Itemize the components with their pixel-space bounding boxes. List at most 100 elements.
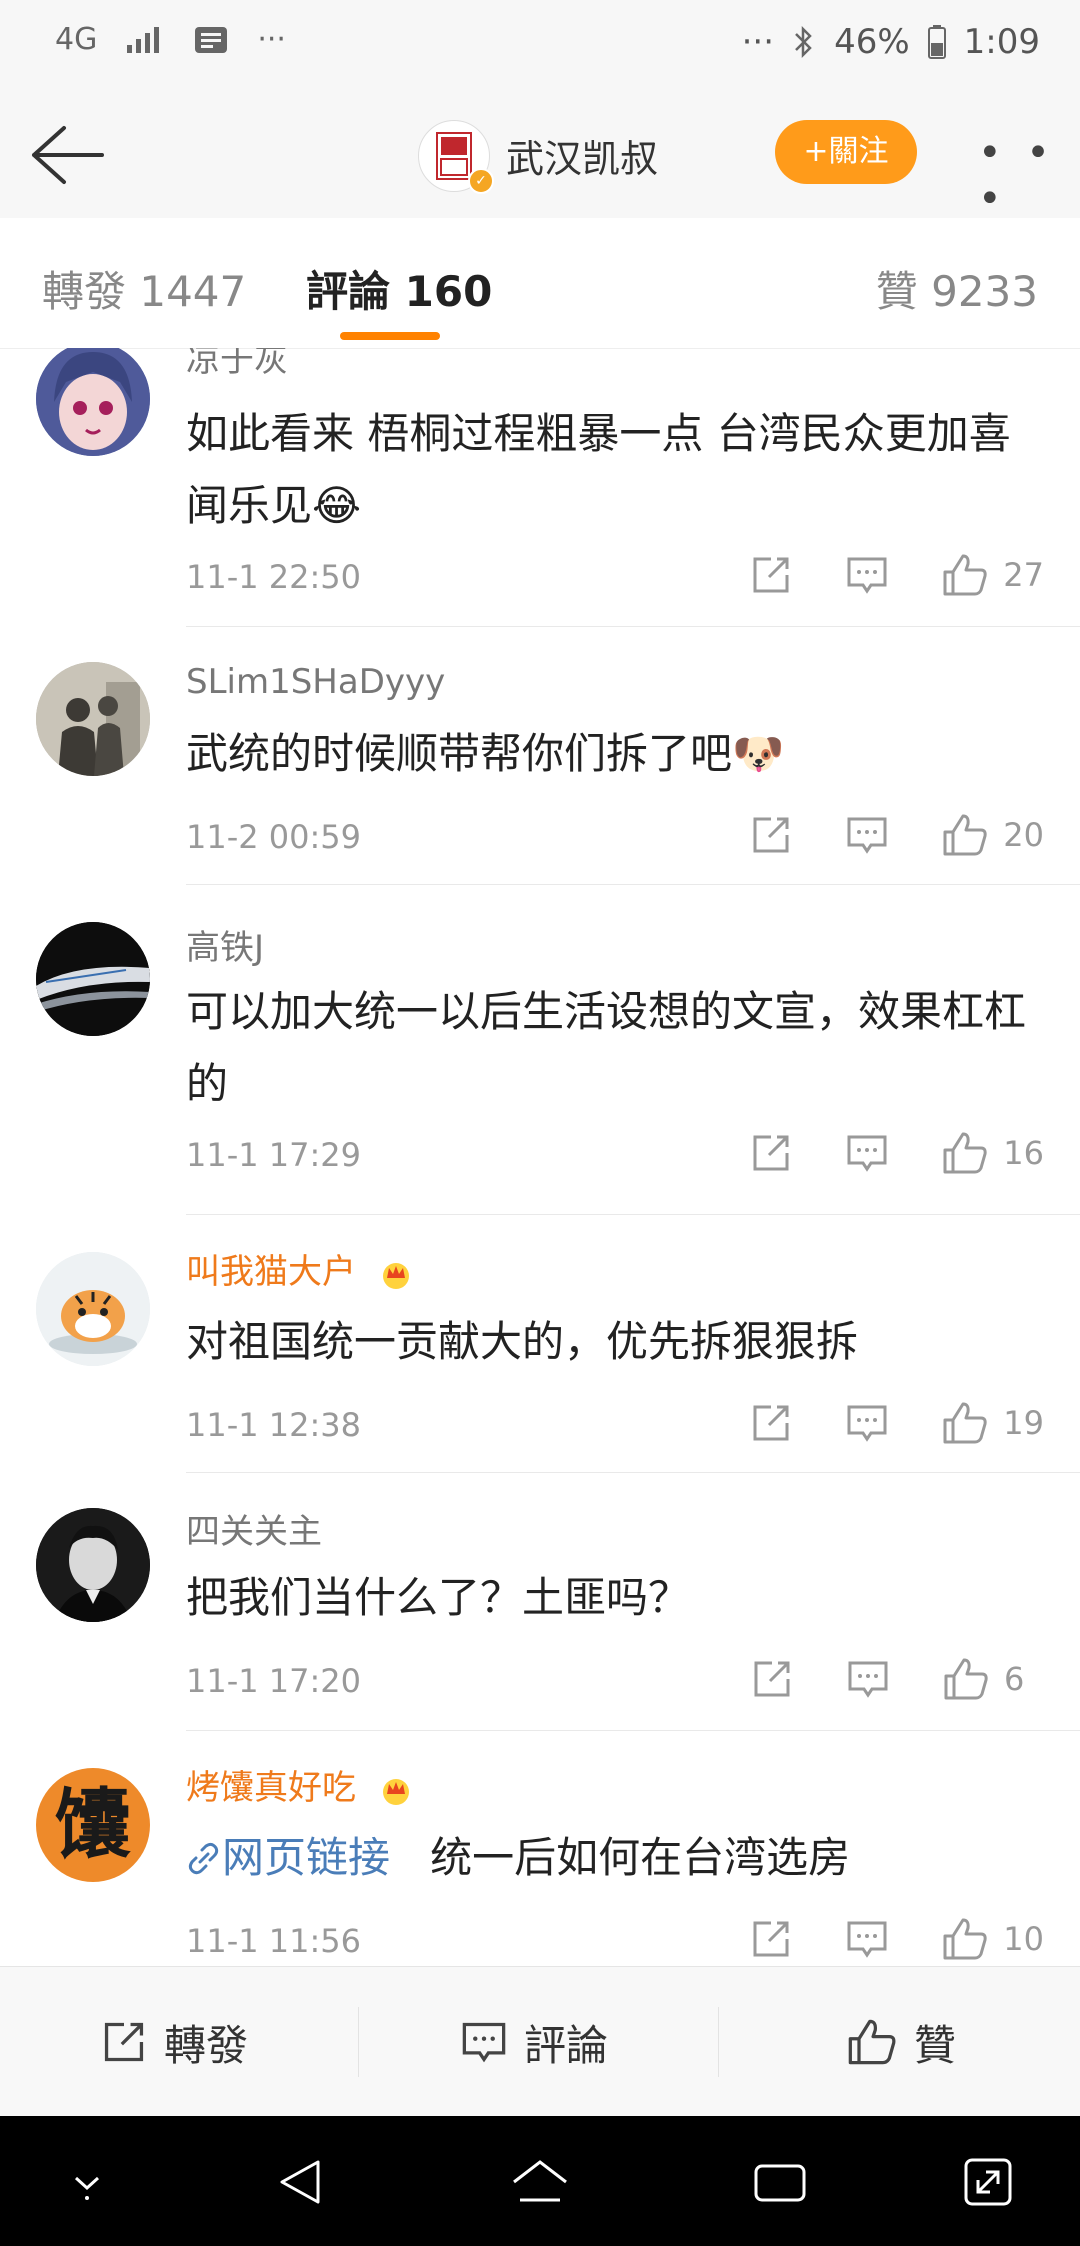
vip-crown-icon bbox=[382, 1778, 409, 1805]
comment-actions: 19 bbox=[697, 1400, 1044, 1446]
status-bar: 4G ··· ··· 46% 1:09 bbox=[0, 0, 1080, 90]
status-left: 4G ··· bbox=[55, 22, 286, 57]
tab-reposts[interactable]: 轉發 1447 bbox=[42, 258, 246, 319]
comment-actions: 6 bbox=[698, 1656, 1044, 1702]
like-thumb-icon[interactable] bbox=[941, 1130, 989, 1176]
silhouette-photo-icon bbox=[36, 662, 150, 776]
commenter-avatar[interactable] bbox=[36, 348, 150, 456]
reply-icon[interactable] bbox=[845, 553, 889, 597]
like-thumb-icon[interactable] bbox=[941, 552, 989, 598]
signal-icon bbox=[127, 26, 160, 53]
train-photo-icon bbox=[36, 922, 150, 1036]
tab-bar: 轉發 1447 評論 160 贊 9233 bbox=[0, 218, 1080, 349]
comment-icon bbox=[462, 2022, 506, 2063]
vip-crown-icon bbox=[382, 1262, 409, 1289]
comment-text: 如此看来 梧桐过程粗暴一点 台湾民众更加喜闻乐见😂 bbox=[186, 409, 1011, 530]
comment-time: 11-1 17:20 bbox=[186, 1662, 362, 1700]
active-tab-indicator bbox=[340, 332, 440, 340]
message-icon bbox=[195, 26, 228, 53]
avatar-glyph: 馕 bbox=[55, 1780, 131, 1869]
commenter-name[interactable]: 高铁J bbox=[186, 920, 264, 969]
nav-home-icon[interactable] bbox=[508, 2152, 572, 2212]
like-thumb-icon[interactable] bbox=[941, 1916, 989, 1962]
comment-actions: 10 bbox=[697, 1916, 1044, 1962]
commenter-avatar[interactable]: 馕 bbox=[36, 1768, 150, 1882]
commenter-avatar[interactable] bbox=[36, 1508, 150, 1622]
anime-avatar-icon bbox=[36, 348, 150, 456]
comment-time: 11-2 00:59 bbox=[186, 818, 362, 856]
commenter-name[interactable]: 凉于灰 bbox=[186, 348, 288, 381]
reply-icon[interactable] bbox=[845, 813, 889, 857]
nav-back-icon[interactable] bbox=[272, 2152, 328, 2212]
reply-icon[interactable] bbox=[845, 1917, 889, 1961]
comment-time: 11-1 12:38 bbox=[186, 1406, 362, 1444]
link-icon bbox=[188, 1842, 219, 1875]
like-thumb-icon[interactable] bbox=[941, 812, 989, 858]
commenter-avatar[interactable] bbox=[36, 1252, 150, 1366]
comment-text: 可以加大统一以后生活设想的文宣，效果杠杠的 bbox=[186, 987, 1027, 1108]
like-count: 20 bbox=[1003, 816, 1044, 854]
network-indicator: 4G bbox=[55, 22, 98, 57]
comment-time: 11-1 11:56 bbox=[186, 1922, 362, 1960]
more-options-button[interactable]: • • • bbox=[978, 130, 1080, 222]
like-button[interactable]: 贊 bbox=[846, 1967, 956, 2117]
divider bbox=[186, 626, 1080, 627]
tab-likes[interactable]: 贊 9233 bbox=[876, 258, 1038, 319]
separator bbox=[718, 2007, 719, 2077]
follow-button[interactable]: +關注 bbox=[775, 120, 917, 184]
web-link-label: 网页链接 bbox=[222, 1833, 391, 1882]
notification-dots: ··· bbox=[257, 22, 286, 57]
comment-button[interactable]: 評論 bbox=[460, 1967, 608, 2117]
like-thumb-icon[interactable] bbox=[942, 1656, 990, 1702]
like-thumb-icon[interactable] bbox=[941, 1400, 989, 1446]
separator bbox=[358, 2007, 359, 2077]
system-nav-bar bbox=[0, 2116, 1080, 2246]
divider bbox=[186, 1730, 1080, 1731]
portrait-photo-icon bbox=[36, 1508, 150, 1622]
comment-text: 把我们当什么了？土匪吗？ bbox=[186, 1573, 691, 1622]
repost-label: 轉發 bbox=[164, 2020, 249, 2070]
repost-icon bbox=[104, 2022, 144, 2062]
screen-rotate-icon[interactable] bbox=[958, 2152, 1018, 2212]
web-link[interactable]: 网页链接 bbox=[186, 1833, 403, 1882]
like-thumb-icon bbox=[848, 2019, 896, 2065]
repost-icon[interactable] bbox=[749, 1131, 793, 1175]
battery-percent: 46% bbox=[834, 22, 910, 62]
reply-icon[interactable] bbox=[845, 1131, 889, 1175]
comment-list[interactable]: 凉于灰 如此看来 梧桐过程粗暴一点 台湾民众更加喜闻乐见😂 11-1 22:50… bbox=[0, 348, 1080, 1966]
more-status-dots: ··· bbox=[741, 22, 775, 62]
bluetooth-icon bbox=[795, 25, 812, 59]
back-button[interactable] bbox=[28, 120, 108, 190]
commenter-avatar[interactable] bbox=[36, 922, 150, 1036]
back-arrow-icon bbox=[32, 126, 104, 184]
commenter-name-text: 烤馕真好吃 bbox=[186, 1768, 356, 1808]
reply-icon[interactable] bbox=[845, 1401, 889, 1445]
comment-text-body: 统一后如何在台湾选房 bbox=[430, 1833, 851, 1882]
clock: 1:09 bbox=[963, 22, 1040, 62]
comment-actions: 16 bbox=[697, 1130, 1044, 1176]
reply-icon[interactable] bbox=[846, 1657, 890, 1701]
like-count: 19 bbox=[1003, 1404, 1044, 1442]
commenter-name[interactable]: SLim1SHaDyyy bbox=[186, 662, 445, 702]
commenter-name[interactable]: 烤馕真好吃 bbox=[186, 1760, 413, 1809]
account-name[interactable]: 武汉凯叔 bbox=[506, 128, 658, 183]
like-count: 16 bbox=[1003, 1134, 1044, 1172]
nav-recents-icon[interactable] bbox=[750, 2152, 810, 2212]
repost-icon[interactable] bbox=[749, 1401, 793, 1445]
repost-icon[interactable] bbox=[750, 1657, 794, 1701]
repost-icon[interactable] bbox=[749, 1917, 793, 1961]
commenter-name[interactable]: 四关关主 bbox=[186, 1504, 322, 1553]
like-count: 27 bbox=[1003, 556, 1044, 594]
comment-label: 評論 bbox=[524, 2020, 609, 2070]
comment-text: 网页链接 统一后如何在台湾选房 bbox=[186, 1822, 1046, 1894]
tab-comments[interactable]: 評論 160 bbox=[306, 258, 492, 319]
repost-icon[interactable] bbox=[749, 553, 793, 597]
status-right: ··· 46% 1:09 bbox=[742, 22, 1040, 62]
commenter-name[interactable]: 叫我猫大户 bbox=[186, 1244, 413, 1293]
commenter-avatar[interactable] bbox=[36, 662, 150, 776]
repost-button[interactable]: 轉發 bbox=[100, 1967, 248, 2117]
battery-icon bbox=[927, 25, 946, 59]
divider bbox=[186, 1472, 1080, 1473]
repost-icon[interactable] bbox=[749, 813, 793, 857]
hide-keyboard-icon[interactable] bbox=[62, 2152, 112, 2212]
